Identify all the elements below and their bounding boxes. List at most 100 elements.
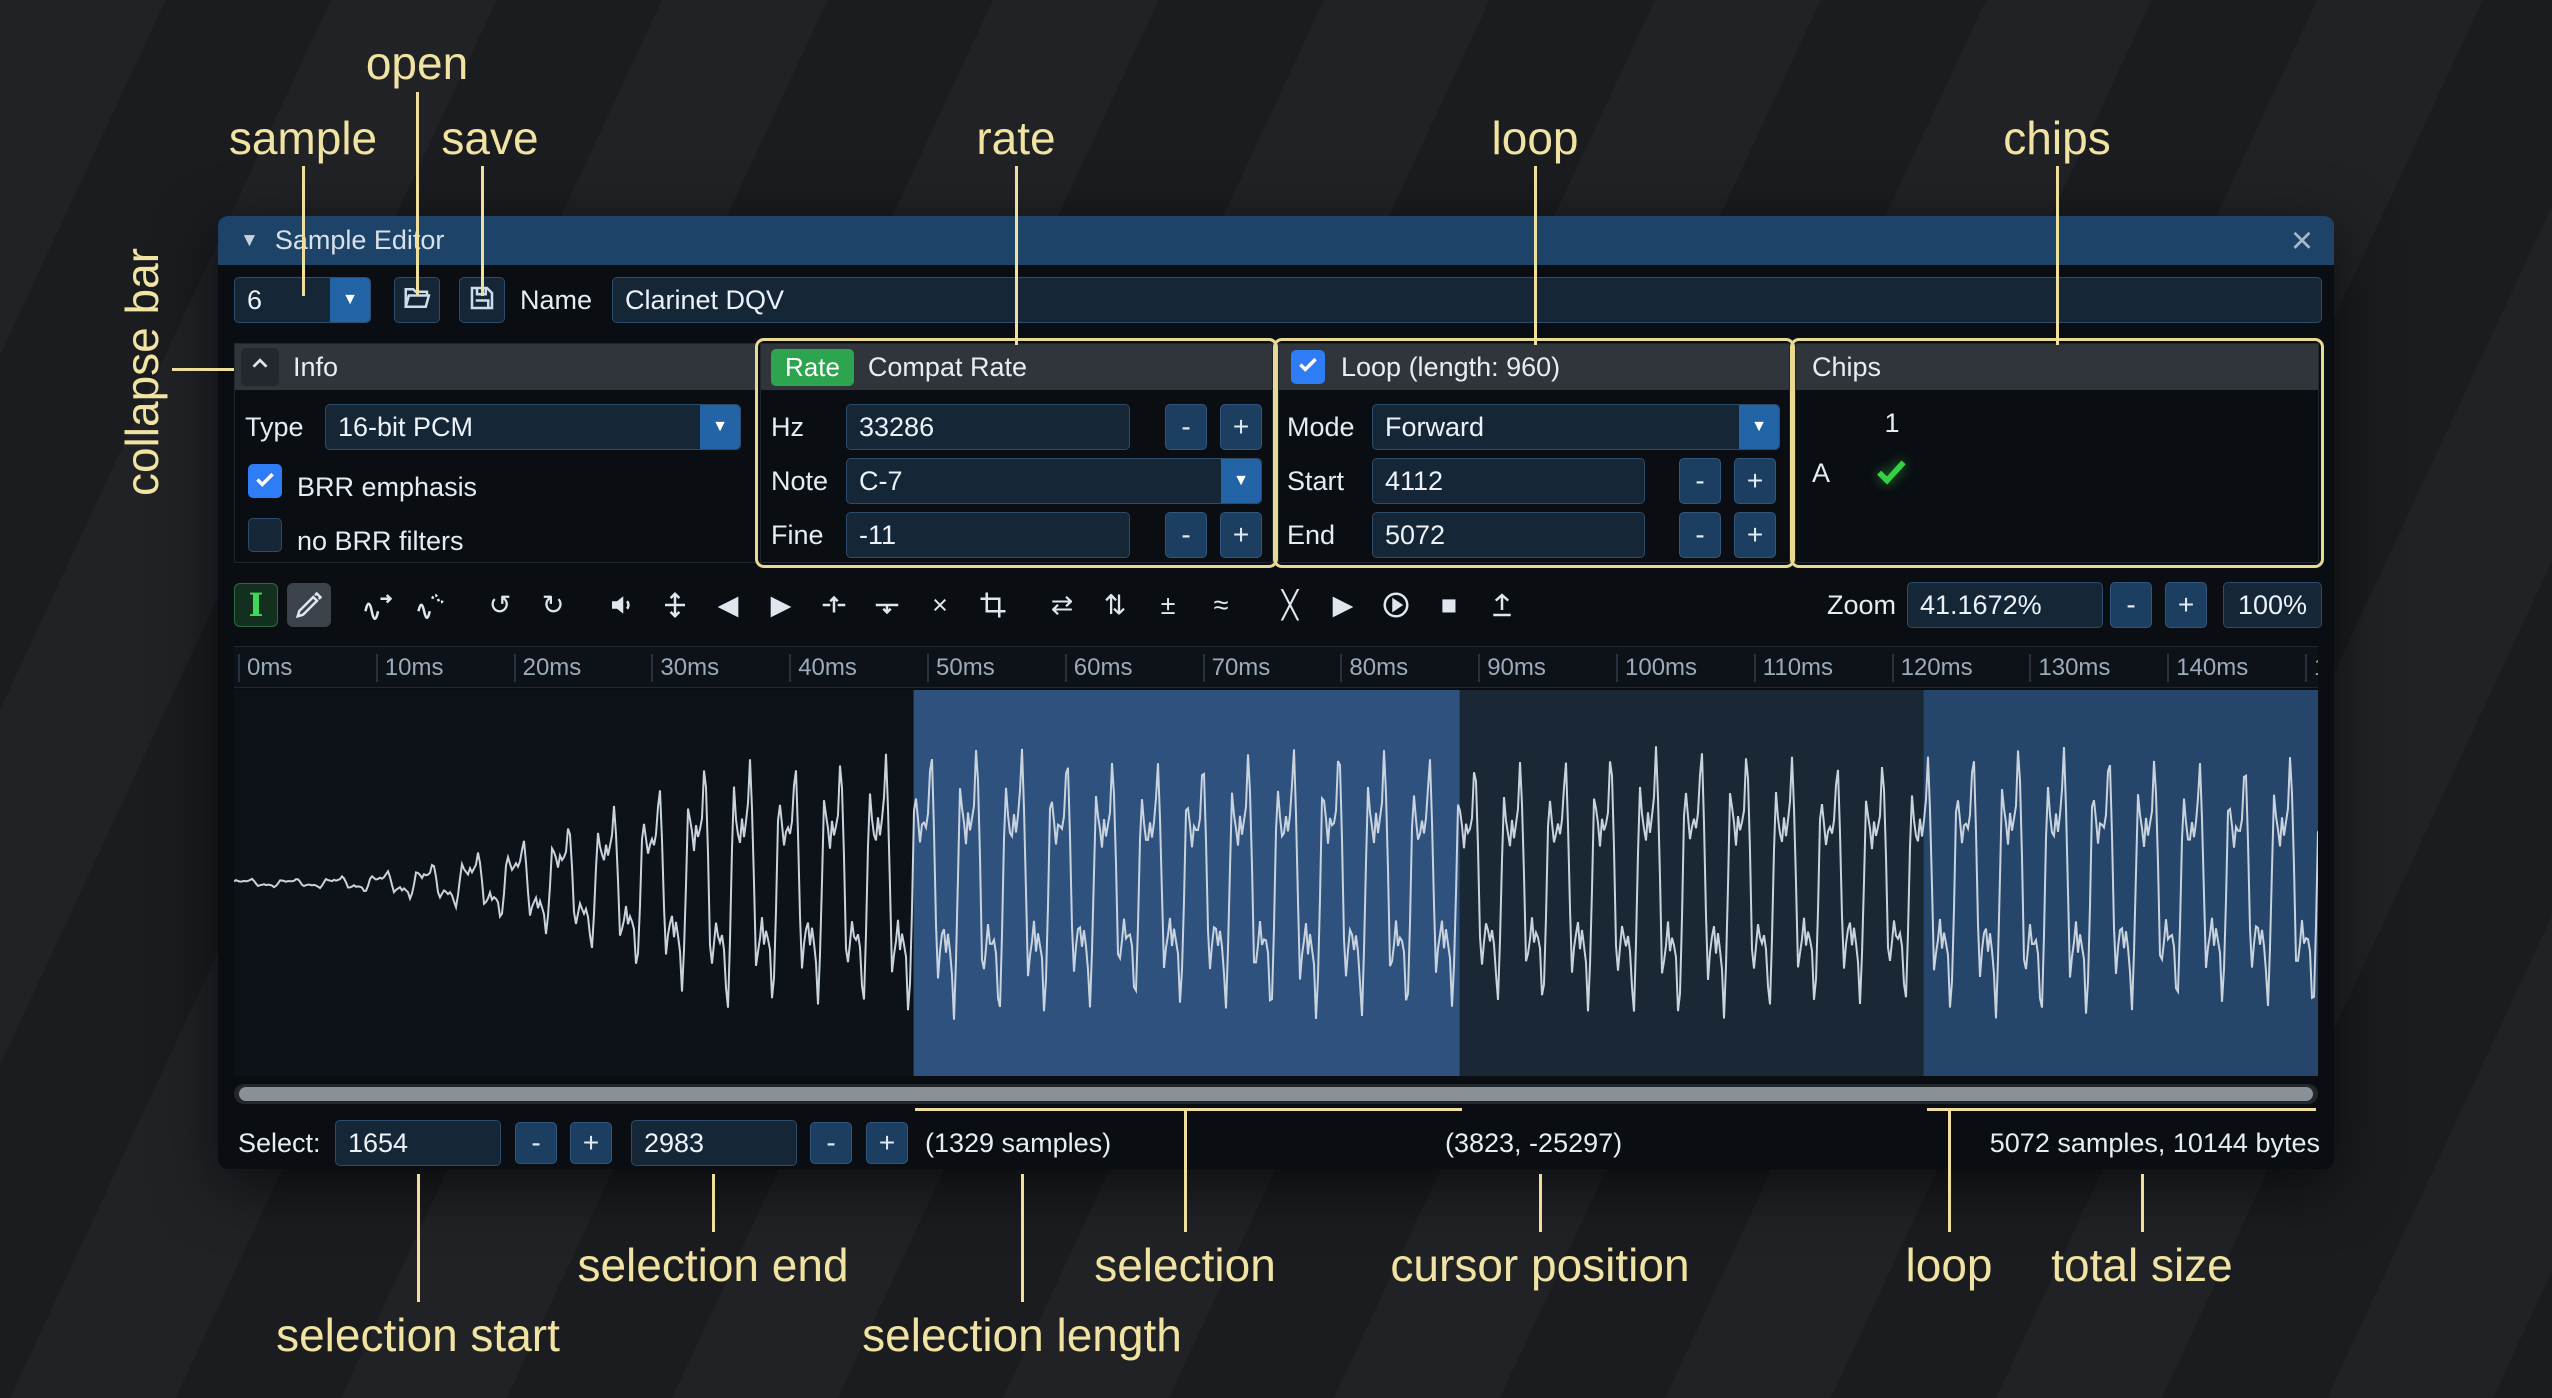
crossfade-loop-button[interactable]: ╳ (1268, 583, 1312, 627)
import-button[interactable] (1480, 583, 1524, 627)
apply-silence-button[interactable] (865, 583, 909, 627)
annotation-cursor-position-line (1539, 1174, 1542, 1232)
chevron-down-icon[interactable]: ▼ (1221, 459, 1261, 503)
note-label: Note (771, 458, 828, 504)
annotation-total-size-label: total size (2051, 1238, 2233, 1292)
annotation-collapse-bar-label: collapse bar (115, 248, 169, 496)
check-icon (252, 466, 278, 497)
selection-end-input[interactable]: 2983 (631, 1120, 797, 1166)
annotation-sample-line (302, 166, 305, 296)
rate-badge: Rate (771, 349, 854, 386)
chevron-down-icon[interactable]: ▼ (330, 278, 370, 322)
ruler-label: 60ms (1065, 654, 1133, 682)
sign-invert-button[interactable]: ± (1146, 583, 1190, 627)
normalize-button[interactable] (653, 583, 697, 627)
loop-end-plus-button[interactable]: + (1734, 512, 1776, 558)
zoom-in-button[interactable]: + (2165, 582, 2207, 628)
info-panel-header: Info (235, 344, 756, 390)
annotation-rate-line (1015, 166, 1018, 345)
resize-button[interactable] (356, 583, 400, 627)
zoom-input[interactable]: 41.1672% (1907, 582, 2103, 628)
ruler-label: 100ms (1616, 654, 1697, 682)
edit-mode-draw-button[interactable] (287, 583, 331, 627)
ruler-label: 120ms (1892, 654, 1973, 682)
fine-label: Fine (771, 512, 824, 558)
stop-button[interactable]: ■ (1427, 583, 1471, 627)
hz-input[interactable]: 33286 (846, 404, 1130, 450)
sample-toolbar-buttons: I↺↻◀▶×⇄⇅±≈╳▶■ (234, 583, 1533, 627)
annotation-sample-label: sample (229, 111, 377, 165)
post-selection-region[interactable] (1460, 690, 1924, 1076)
ruler-label: 130ms (2029, 654, 2110, 682)
chips-header-label: Chips (1812, 352, 1881, 383)
fade-out-button[interactable]: ▶ (759, 583, 803, 627)
reset-zoom-button[interactable]: 100% (2223, 582, 2322, 628)
ruler-label: 0ms (238, 654, 292, 682)
loop-start-plus-button[interactable]: + (1734, 458, 1776, 504)
rate-panel: Rate Compat Rate Hz 33286 - + Note C-7 ▼… (760, 343, 1273, 563)
selection-end-minus-button[interactable]: - (810, 1122, 852, 1164)
apply-filter-button[interactable]: ≈ (1199, 583, 1243, 627)
edit-mode-select-button[interactable]: I (234, 583, 278, 627)
trim-button[interactable] (971, 583, 1015, 627)
loop-start-minus-button[interactable]: - (1679, 458, 1721, 504)
timeline-ruler[interactable]: 0ms10ms20ms30ms40ms50ms60ms70ms80ms90ms1… (234, 646, 2318, 688)
chip-enabled-checkbox[interactable] (1870, 452, 1912, 494)
ruler-label: 40ms (789, 654, 857, 682)
redo-button[interactable]: ↻ (531, 583, 575, 627)
resample-button[interactable] (409, 583, 453, 627)
loop-mode-select[interactable]: Forward ▼ (1372, 404, 1780, 450)
chevron-down-icon[interactable]: ▼ (1739, 405, 1779, 449)
preview-button[interactable]: ▶ (1321, 583, 1365, 627)
undo-button[interactable]: ↺ (478, 583, 522, 627)
hz-plus-button[interactable]: + (1220, 404, 1262, 450)
annotation-selection-length-label: selection length (862, 1308, 1182, 1362)
hz-minus-button[interactable]: - (1165, 404, 1207, 450)
title-bar[interactable]: ▼ Sample Editor × (218, 216, 2334, 265)
waveform-scrollbar-thumb[interactable] (239, 1087, 2313, 1101)
check-icon (1295, 351, 1321, 384)
loop-region[interactable] (1924, 690, 2318, 1076)
play-button[interactable] (1374, 583, 1418, 627)
ruler-label: 110ms (1754, 654, 1833, 682)
insert-silence-button[interactable] (812, 583, 856, 627)
fine-plus-button[interactable]: + (1220, 512, 1262, 558)
select-label: Select: (238, 1120, 321, 1166)
reverse-button[interactable]: ⇄ (1040, 583, 1084, 627)
selection-start-minus-button[interactable]: - (515, 1122, 557, 1164)
fine-input[interactable]: -11 (846, 512, 1130, 558)
annotation-collapse-bar-line (172, 368, 234, 371)
ruler-label: 80ms (1340, 654, 1408, 682)
zoom-out-button[interactable]: - (2110, 582, 2152, 628)
note-select[interactable]: C-7 ▼ (846, 458, 1262, 504)
collapse-info-button[interactable] (241, 348, 279, 386)
fine-minus-button[interactable]: - (1165, 512, 1207, 558)
loop-end-input[interactable]: 5072 (1372, 512, 1645, 558)
no-brr-filters-checkbox[interactable] (248, 518, 282, 552)
fade-in-button[interactable]: ◀ (706, 583, 750, 627)
loop-enable-checkbox[interactable] (1291, 350, 1325, 384)
selection-start-input[interactable]: 1654 (335, 1120, 501, 1166)
window-collapse-icon[interactable]: ▼ (240, 230, 259, 252)
delete-button[interactable]: × (918, 583, 962, 627)
sample-name-input[interactable]: Clarinet DQV (612, 277, 2322, 323)
annotation-save-line (481, 166, 484, 296)
chevron-down-icon[interactable]: ▼ (700, 405, 740, 449)
chip-row-label: A (1812, 450, 1830, 496)
selection-end-plus-button[interactable]: + (866, 1122, 908, 1164)
green-check-icon (1872, 452, 1910, 495)
close-icon[interactable]: × (2282, 221, 2322, 261)
loop-end-label: End (1287, 512, 1335, 558)
annotation-loop-label: loop (1492, 111, 1579, 165)
waveform-scrollbar-track[interactable] (234, 1084, 2318, 1104)
brr-emphasis-label: BRR emphasis (297, 464, 477, 510)
sample-type-select[interactable]: 16-bit PCM ▼ (325, 404, 741, 450)
selection-start-plus-button[interactable]: + (570, 1122, 612, 1164)
waveform-canvas[interactable] (234, 690, 2318, 1076)
loop-start-input[interactable]: 4112 (1372, 458, 1645, 504)
amplify-button[interactable] (600, 583, 644, 627)
brr-emphasis-checkbox[interactable] (248, 464, 282, 498)
invert-button[interactable]: ⇅ (1093, 583, 1137, 627)
loop-end-minus-button[interactable]: - (1679, 512, 1721, 558)
selection-region[interactable] (914, 690, 1460, 1076)
